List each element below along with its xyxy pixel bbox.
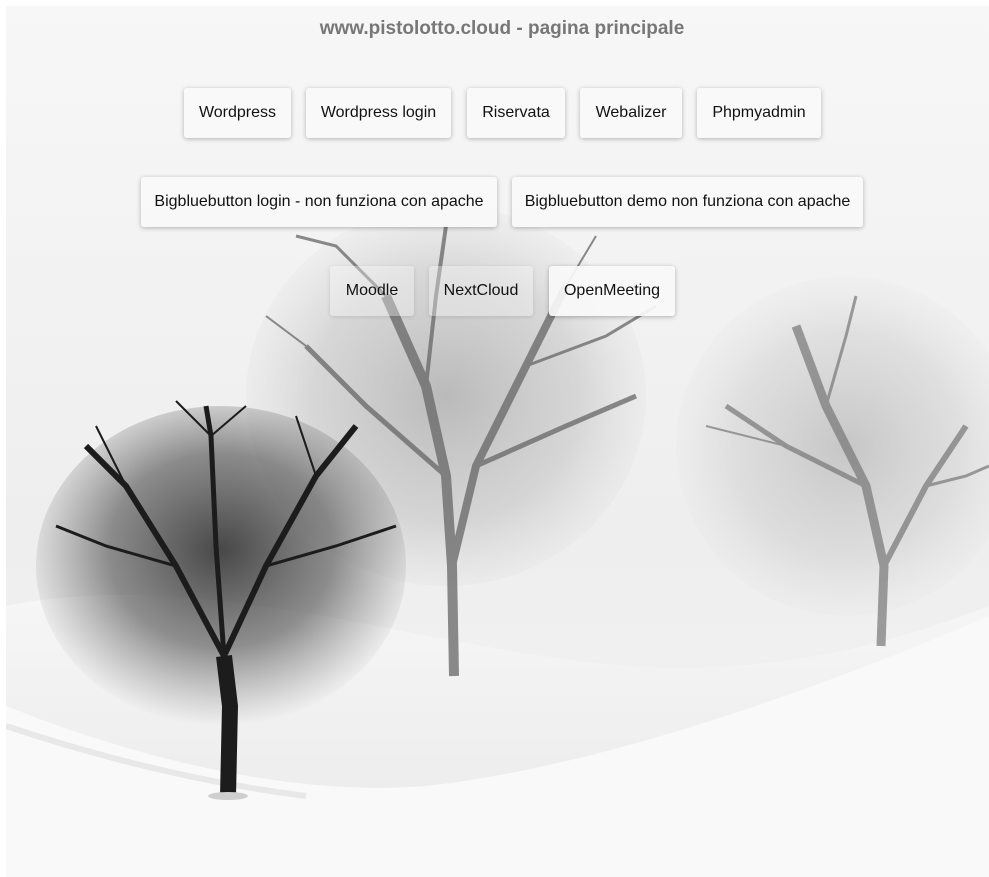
bigbluebutton-login-button[interactable]: Bigbluebutton login - non funziona con a…: [141, 177, 497, 227]
bigbluebutton-demo-button[interactable]: Bigbluebutton demo non funziona con apac…: [512, 177, 863, 227]
phpmyadmin-button[interactable]: Phpmyadmin: [697, 88, 821, 138]
nextcloud-button[interactable]: NextCloud: [429, 266, 533, 316]
riservata-button[interactable]: Riservata: [467, 88, 565, 138]
wordpress-button[interactable]: Wordpress: [184, 88, 291, 138]
webalizer-button[interactable]: Webalizer: [580, 88, 682, 138]
page-title: www.pistolotto.cloud - pagina principale: [319, 18, 685, 39]
moodle-button[interactable]: Moodle: [330, 266, 414, 316]
wordpress-login-button[interactable]: Wordpress login: [306, 88, 451, 138]
page: www.pistolotto.cloud - pagina principale…: [0, 0, 989, 877]
openmeeting-button[interactable]: OpenMeeting: [549, 266, 675, 316]
